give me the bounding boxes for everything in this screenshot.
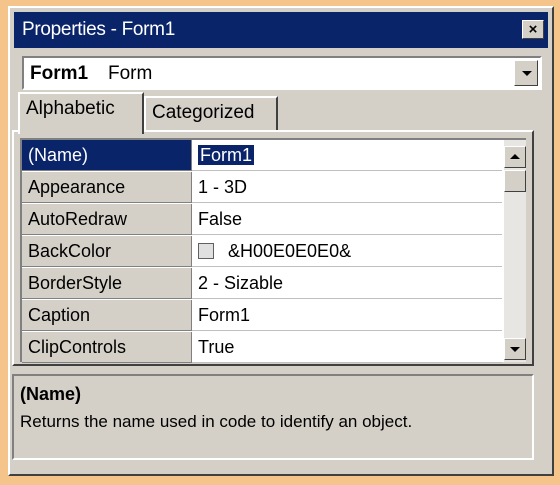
property-value[interactable]: True bbox=[192, 332, 502, 363]
object-type: Form bbox=[108, 63, 153, 84]
property-value-text: &H00E0E0E0& bbox=[228, 241, 352, 261]
property-value-text: Form1 bbox=[198, 145, 255, 165]
property-value[interactable]: 2 - Sizable bbox=[192, 268, 502, 299]
close-button[interactable]: × bbox=[522, 20, 544, 39]
property-name: Appearance bbox=[22, 172, 192, 203]
property-name: AutoRedraw bbox=[22, 204, 192, 235]
property-grid: (Name) Form1 Appearance 1 - 3D AutoRedra… bbox=[20, 138, 526, 364]
property-row-clipcontrols[interactable]: ClipControls True bbox=[22, 332, 502, 364]
property-row-appearance[interactable]: Appearance 1 - 3D bbox=[22, 172, 502, 204]
vertical-scrollbar[interactable] bbox=[504, 140, 526, 362]
dropdown-arrow-button[interactable] bbox=[514, 60, 538, 86]
property-value[interactable]: False bbox=[192, 204, 502, 235]
scroll-down-button[interactable] bbox=[504, 338, 526, 360]
property-value-input[interactable]: Form1 bbox=[192, 140, 502, 171]
scroll-up-button[interactable] bbox=[504, 146, 526, 168]
window-title: Properties - Form1 bbox=[22, 19, 175, 40]
property-row-caption[interactable]: Caption Form1 bbox=[22, 300, 502, 332]
property-name: BackColor bbox=[22, 236, 192, 267]
scroll-thumb[interactable] bbox=[504, 170, 526, 192]
property-name: BorderStyle bbox=[22, 268, 192, 299]
property-value[interactable]: &H00E0E0E0& bbox=[192, 236, 502, 267]
property-name: ClipControls bbox=[22, 332, 192, 363]
tab-categorized[interactable]: Categorized bbox=[144, 96, 278, 132]
property-row-name[interactable]: (Name) Form1 bbox=[22, 140, 502, 172]
property-row-backcolor[interactable]: BackColor &H00E0E0E0& bbox=[22, 236, 502, 268]
property-value[interactable]: Form1 bbox=[192, 300, 502, 331]
tab-alphabetic[interactable]: Alphabetic bbox=[18, 92, 144, 134]
property-row-autoredraw[interactable]: AutoRedraw False bbox=[22, 204, 502, 236]
close-icon: × bbox=[528, 21, 538, 38]
property-value[interactable]: 1 - 3D bbox=[192, 172, 502, 203]
object-name: Form1 bbox=[30, 63, 89, 84]
description-text: Returns the name used in code to identif… bbox=[20, 412, 413, 431]
property-name: Caption bbox=[22, 300, 192, 331]
property-name: (Name) bbox=[22, 140, 192, 171]
object-selector-dropdown[interactable]: Form1 Form bbox=[22, 56, 542, 90]
property-row-borderstyle[interactable]: BorderStyle 2 - Sizable bbox=[22, 268, 502, 300]
title-bar[interactable]: Properties - Form1 × bbox=[14, 12, 548, 48]
description-title: (Name) bbox=[20, 384, 82, 404]
description-panel: (Name) Returns the name used in code to … bbox=[12, 374, 534, 460]
color-swatch bbox=[198, 243, 214, 259]
